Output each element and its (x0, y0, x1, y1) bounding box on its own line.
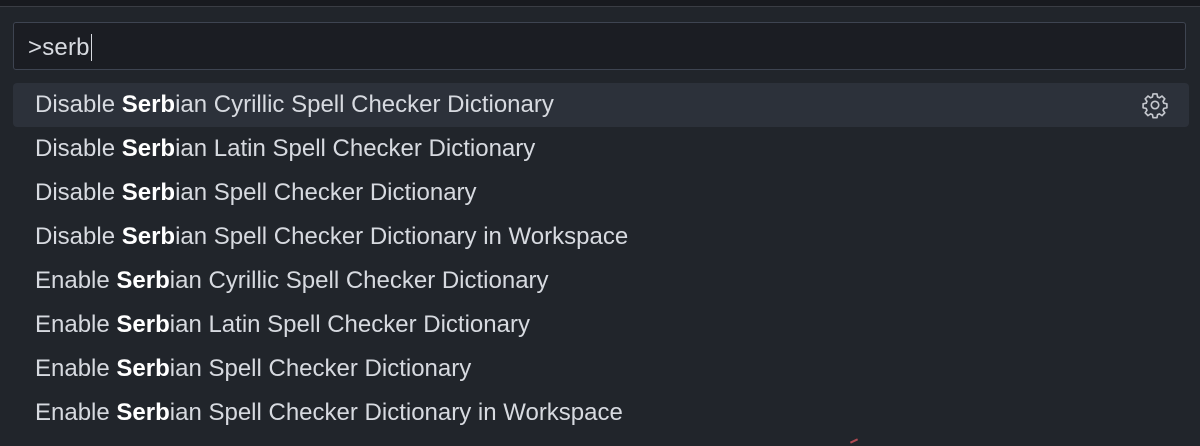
command-item-label: Disable Serbian Spell Checker Dictionary… (35, 223, 629, 250)
match-highlight: Serb (116, 355, 170, 382)
command-item-label: Enable Serbian Cyrillic Spell Checker Di… (35, 267, 549, 294)
command-item-label: Enable Serbian Spell Checker Dictionary (35, 355, 472, 382)
command-item-label: Disable Serbian Latin Spell Checker Dict… (35, 135, 536, 162)
command-item[interactable]: Disable Serbian Spell Checker Dictionary… (13, 215, 1189, 259)
match-highlight: Serb (121, 135, 176, 162)
text-caret (90, 34, 92, 61)
command-input[interactable]: >serb (13, 22, 1186, 70)
command-item[interactable]: Enable Serbian Cyrillic Spell Checker Di… (13, 259, 1189, 303)
command-input-value[interactable]: >serb (28, 34, 92, 61)
command-palette: >serb Disable Serbian Cyrillic Spell Che… (0, 7, 1200, 446)
match-highlight: Serb (121, 223, 176, 250)
command-item[interactable]: Disable Serbian Latin Spell Checker Dict… (13, 127, 1189, 171)
command-item[interactable]: Enable Serbian Spell Checker Dictionary (13, 347, 1189, 391)
command-item-label: Disable Serbian Cyrillic Spell Checker D… (35, 91, 554, 118)
command-item[interactable]: Disable Serbian Cyrillic Spell Checker D… (13, 83, 1189, 127)
match-highlight: Serb (116, 267, 170, 294)
command-item-label: Enable Serbian Spell Checker Dictionary … (35, 399, 623, 426)
command-item[interactable]: Disable Serbian Spell Checker Dictionary (13, 171, 1189, 215)
match-highlight: Serb (116, 311, 170, 338)
match-highlight: Serb (116, 399, 170, 426)
match-highlight: Serb (121, 91, 176, 118)
gear-icon[interactable] (1141, 91, 1169, 119)
command-item-label: Enable Serbian Latin Spell Checker Dicti… (35, 311, 530, 338)
editor-top-strip (0, 0, 1200, 7)
command-item[interactable]: Enable Serbian Spell Checker Dictionary … (13, 391, 1189, 435)
command-item-label: Disable Serbian Spell Checker Dictionary (35, 179, 477, 206)
match-highlight: Serb (121, 179, 176, 206)
command-results-list: Disable Serbian Cyrillic Spell Checker D… (13, 83, 1189, 435)
command-item[interactable]: Enable Serbian Latin Spell Checker Dicti… (13, 303, 1189, 347)
